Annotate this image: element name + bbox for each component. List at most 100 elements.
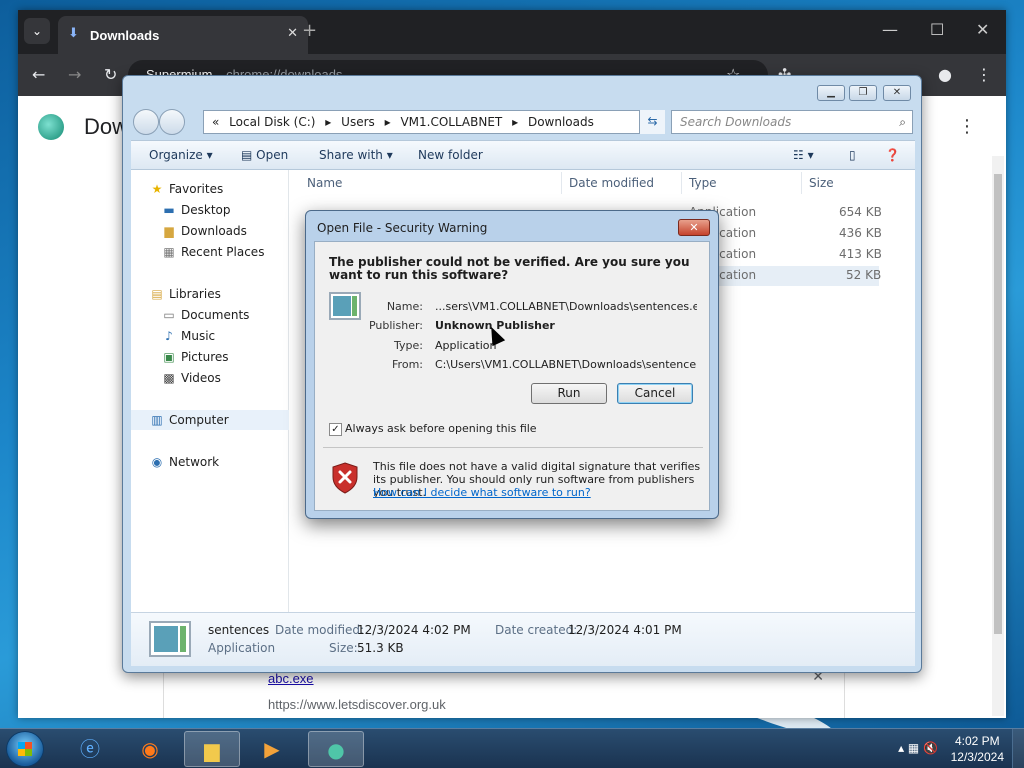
nav-pictures[interactable]: ▣ Pictures — [161, 350, 229, 364]
nav-label: Libraries — [169, 287, 221, 301]
nav-favorites[interactable]: ★ Favorites — [149, 182, 224, 196]
music-icon: ♪ — [165, 329, 173, 343]
new-folder-button[interactable]: New folder — [418, 148, 483, 162]
explorer-restore-button[interactable]: ❐ — [849, 85, 877, 101]
nav-recent-places[interactable]: ▦ Recent Places — [161, 245, 264, 259]
explorer-close-button[interactable]: ✕ — [883, 85, 911, 101]
profile-icon[interactable]: ● — [938, 65, 952, 84]
nav-libraries[interactable]: ▤ Libraries — [149, 287, 221, 301]
browser-menu-icon[interactable]: ⋮ — [976, 65, 992, 84]
publisher-label: Publisher: — [368, 319, 423, 332]
tab-title: Downloads — [90, 28, 160, 43]
help-icon[interactable]: ❓ — [885, 148, 900, 162]
minimize-icon[interactable]: — — [882, 20, 898, 39]
firefox-icon[interactable]: ◉ — [122, 731, 178, 767]
explorer-titlebar[interactable]: ▁ ❐ ✕ — [123, 76, 921, 108]
explorer-back-button[interactable] — [133, 109, 159, 135]
file-explorer-icon[interactable]: ▆ — [184, 731, 240, 767]
open-label: Open — [256, 148, 289, 162]
column-divider[interactable] — [681, 172, 682, 194]
explorer-breadcrumb[interactable]: « Local Disk (C:) ▸ Users ▸ VM1.COLLABNE… — [203, 110, 665, 134]
always-ask-option[interactable]: ✓ Always ask before opening this file — [329, 422, 537, 436]
media-player-icon[interactable]: ▶ — [244, 731, 300, 767]
page-scrollbar[interactable] — [992, 156, 1004, 716]
column-size[interactable]: Size — [809, 176, 834, 190]
breadcrumb-downloads[interactable]: Downloads — [528, 115, 594, 129]
videos-icon: ▩ — [163, 371, 175, 385]
nav-music[interactable]: ♪ Music — [161, 329, 215, 343]
explorer-search-input[interactable]: Search Downloads ⌕ — [671, 110, 913, 134]
nav-label: Computer — [169, 413, 229, 427]
clock-time: 4:02 PM — [954, 734, 1000, 748]
close-window-icon[interactable]: ✕ — [976, 20, 989, 39]
cancel-button[interactable]: Cancel — [617, 383, 693, 404]
breadcrumb-separator[interactable]: ▸ — [385, 115, 391, 129]
download-file-link[interactable]: abc.exe — [268, 671, 314, 686]
details-date-modified: 12/3/2024 4:02 PM — [357, 623, 471, 637]
organize-button[interactable]: Organize ▾ — [149, 148, 213, 162]
breadcrumb-users[interactable]: Users — [341, 115, 375, 129]
tab-close-icon[interactable]: ✕ — [287, 26, 298, 41]
column-divider[interactable] — [801, 172, 802, 194]
security-warning-dialog: Open File - Security Warning ✕ The publi… — [305, 210, 719, 519]
nav-videos[interactable]: ▩ Videos — [161, 371, 221, 385]
new-tab-button[interactable]: + — [302, 20, 317, 41]
column-date-modified[interactable]: Date modified — [569, 176, 654, 190]
download-icon: ⬇ — [68, 26, 79, 41]
recent-places-icon: ▦ — [163, 245, 175, 259]
column-divider[interactable] — [561, 172, 562, 194]
page-menu-icon[interactable]: ⋮ — [958, 116, 976, 137]
taskbar: ⓔ ◉ ▆ ▶ ● ▴ ▦ 🔇 4:02 PM 12/3/2024 — [0, 728, 1024, 768]
view-options-icon[interactable]: ☷ ▾ — [793, 148, 814, 162]
downloads-folder-icon: ▆ — [164, 224, 174, 238]
details-date-modified-label: Date modified: — [275, 623, 365, 637]
nav-documents[interactable]: ▭ Documents — [161, 308, 249, 322]
navigation-pane: ★ Favorites ▬ Desktop ▆ Downloads ▦ Recent P… — [131, 170, 289, 612]
file-size: 52 KB — [846, 268, 882, 282]
start-button[interactable] — [6, 731, 44, 767]
maximize-icon[interactable]: ☐ — [930, 20, 944, 39]
nav-label: Downloads — [181, 224, 247, 238]
browser-tab-strip: ⌄ ⬇ Downloads ✕ + — ☐ ✕ — [18, 10, 1006, 54]
dialog-close-button[interactable]: ✕ — [678, 219, 710, 236]
nav-downloads[interactable]: ▆ Downloads — [161, 224, 247, 238]
system-clock[interactable]: 4:02 PM 12/3/2024 — [951, 733, 1004, 765]
breadcrumb-separator[interactable]: ▸ — [325, 115, 331, 129]
reload-icon[interactable]: ↻ — [104, 65, 117, 84]
details-file-name: sentences — [208, 623, 270, 637]
always-ask-checkbox[interactable]: ✓ — [329, 422, 342, 436]
nav-network[interactable]: ◉ Network — [149, 455, 219, 469]
tab-downloads[interactable]: ⬇ Downloads ✕ — [58, 16, 308, 54]
browser-logo-icon — [38, 114, 64, 140]
breadcrumb-local-disk[interactable]: Local Disk (C:) — [229, 115, 315, 129]
nav-computer[interactable]: ▥ Computer — [131, 410, 289, 430]
back-icon[interactable]: ← — [32, 65, 45, 84]
tab-search-button[interactable]: ⌄ — [24, 18, 50, 44]
dialog-heading: The publisher could not be verified. Are… — [329, 255, 690, 282]
open-button[interactable]: ▤ Open — [241, 148, 288, 162]
warning-section: This file does not have a valid digital … — [315, 448, 709, 510]
nav-desktop[interactable]: ▬ Desktop — [161, 203, 230, 217]
refresh-icon[interactable]: ⇆ — [639, 110, 665, 134]
nav-label: Pictures — [181, 350, 229, 364]
scrollbar-thumb[interactable] — [994, 174, 1002, 634]
internet-explorer-icon[interactable]: ⓔ — [62, 731, 118, 767]
help-decide-link[interactable]: How can I decide what software to run? — [373, 486, 591, 499]
publisher-value: Unknown Publisher — [435, 319, 555, 332]
explorer-command-bar: Organize ▾ ▤ Open Share with ▾ New folde… — [131, 140, 915, 170]
search-icon[interactable]: ⌕ — [899, 111, 906, 133]
supermium-icon[interactable]: ● — [308, 731, 364, 767]
show-desktop-button[interactable] — [1012, 729, 1024, 768]
explorer-forward-button[interactable] — [159, 109, 185, 135]
column-type[interactable]: Type — [689, 176, 717, 190]
explorer-minimize-button[interactable]: ▁ — [817, 85, 845, 101]
run-button[interactable]: Run — [531, 383, 607, 404]
share-with-button[interactable]: Share with ▾ — [319, 148, 393, 162]
breadcrumb-user-folder[interactable]: VM1.COLLABNET — [400, 115, 502, 129]
breadcrumb-separator[interactable]: ▸ — [512, 115, 518, 129]
forward-icon[interactable]: → — [68, 65, 81, 84]
computer-icon: ▥ — [151, 413, 163, 427]
column-name[interactable]: Name — [307, 176, 342, 190]
preview-pane-icon[interactable]: ▯ — [849, 148, 856, 162]
tray-icons[interactable]: ▴ ▦ 🔇 — [898, 741, 938, 755]
